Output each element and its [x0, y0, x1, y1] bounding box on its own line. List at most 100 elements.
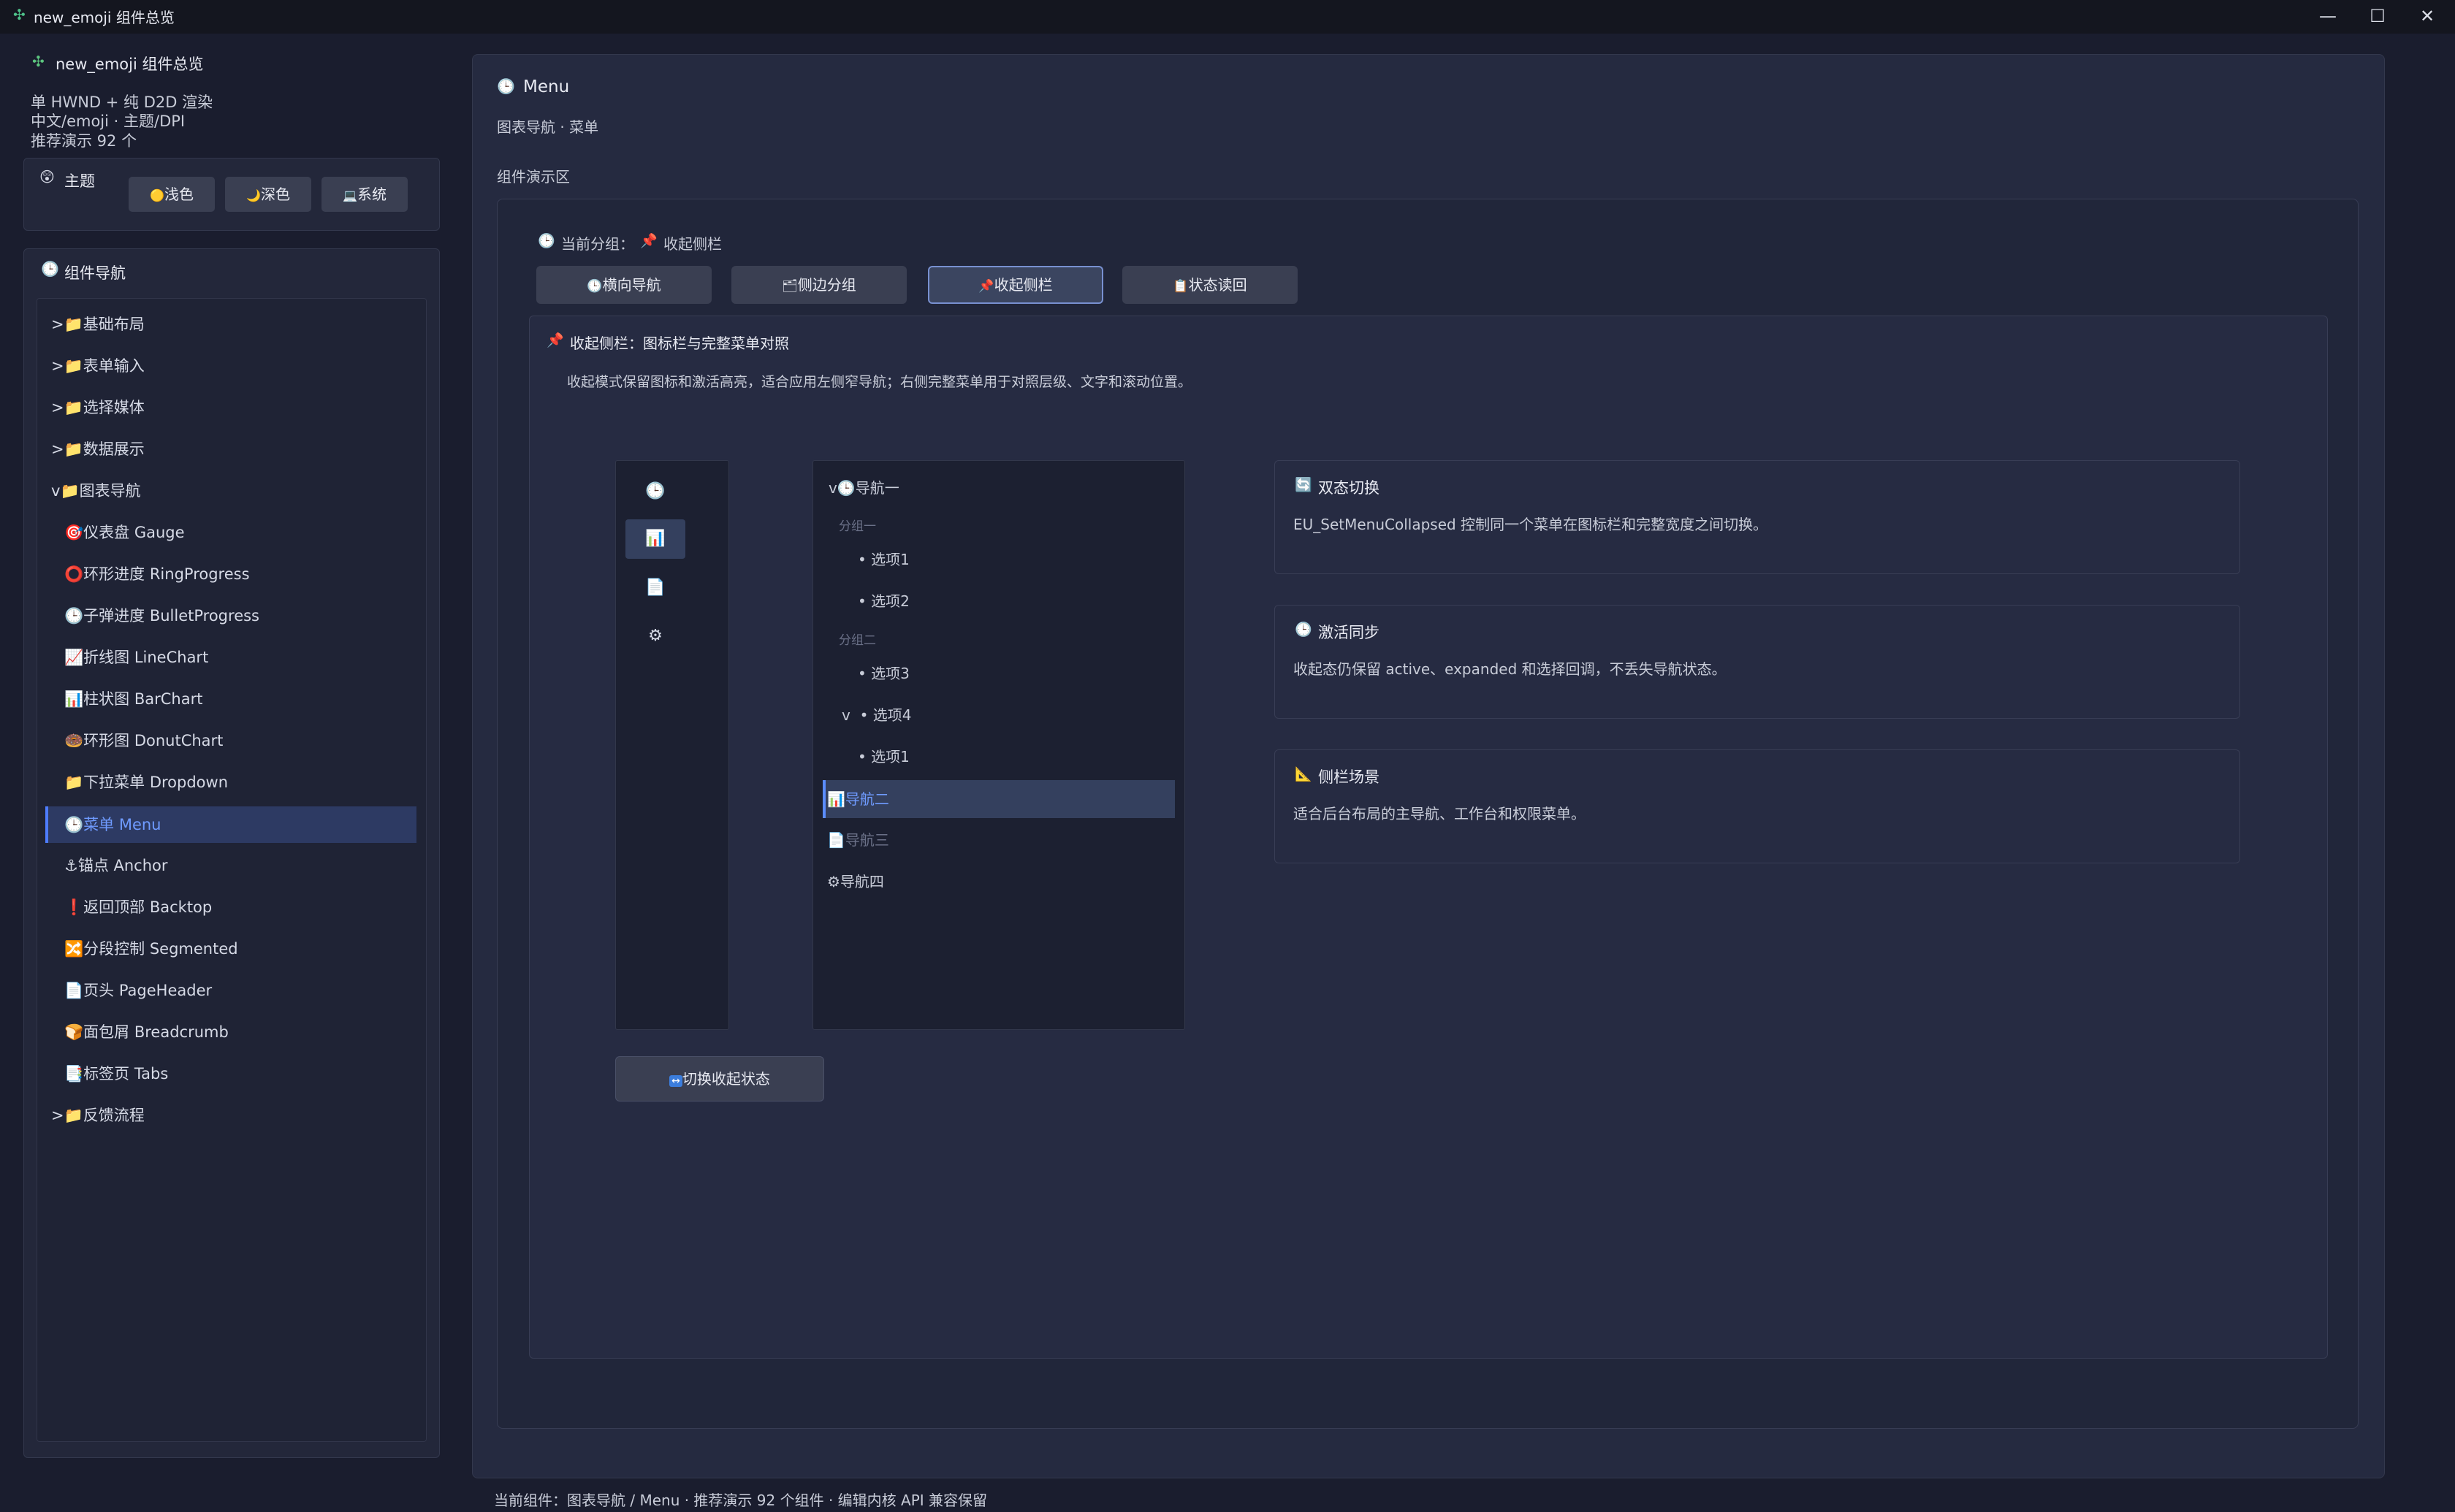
tree-item-breadcrumb[interactable]: 🍞面包屑 Breadcrumb	[45, 1014, 416, 1050]
window-title: new_emoji 组件总览	[34, 9, 175, 26]
folder-icon: 📁	[64, 357, 83, 375]
theme-system-button[interactable]: 💻系统	[321, 177, 408, 212]
menu-item-opt2[interactable]: • 选项2	[858, 582, 910, 620]
tree-item-page-header[interactable]: 📄页头 PageHeader	[45, 972, 416, 1009]
clock-icon: 🕒	[587, 279, 603, 294]
ruler-icon: 📐	[1295, 766, 1312, 782]
tree-item-label: 返回顶部 Backtop	[83, 898, 213, 916]
tab-side-group[interactable]: 🗂侧边分组	[731, 266, 907, 304]
gear-icon[interactable]: ⚙	[625, 616, 685, 656]
card-title: 激活同步	[1318, 624, 1379, 641]
tree-item-chart-nav[interactable]: v📁图表导航	[45, 473, 416, 509]
tab-state-readback[interactable]: 📋状态读回	[1122, 266, 1298, 304]
bullet: •	[858, 592, 867, 610]
breadcrumb-icon: 🍞	[64, 1023, 84, 1041]
tab-horizontal-nav[interactable]: 🕒横向导航	[536, 266, 712, 304]
pin-icon: 📌	[978, 279, 994, 294]
status-bar: 当前组件：图表导航 / Menu · 推荐演示 92 个组件 · 编辑内核 AP…	[494, 1492, 988, 1509]
menu-item-sub-opt1[interactable]: • 选项1	[858, 738, 910, 776]
menu-item-label: 导航二	[845, 790, 889, 808]
tree-item-feedback[interactable]: >📁反馈流程	[45, 1097, 416, 1134]
bar-chart-icon[interactable]: 📊	[625, 519, 685, 559]
tree-expander: >	[51, 1107, 64, 1124]
clock-icon: 🕒	[41, 260, 59, 278]
tree-item-ring-progress[interactable]: ⭕环形进度 RingProgress	[45, 556, 416, 592]
theme-light-button[interactable]: 🟡浅色	[129, 177, 215, 212]
tree-item-tabs[interactable]: 📑标签页 Tabs	[45, 1055, 416, 1092]
tree-item-dropdown[interactable]: 📁下拉菜单 Dropdown	[45, 764, 416, 801]
donut-icon: 🍩	[64, 732, 84, 749]
current-group: 收起侧栏	[663, 235, 722, 253]
tree-item-basic-layout[interactable]: >📁基础布局	[45, 306, 416, 343]
menu-group-label: 分组二	[839, 633, 876, 648]
segmented-icon: 🔀	[64, 940, 84, 958]
tree-expander: >	[51, 440, 64, 458]
close-button[interactable]: ✕	[2402, 0, 2452, 34]
card-description: EU_SetMenuCollapsed 控制同一个菜单在图标栏和完整宽度之间切换…	[1293, 516, 1768, 533]
gauge-icon: 🎯	[64, 524, 84, 541]
tree-item-select-media[interactable]: >📁选择媒体	[45, 389, 416, 426]
tree-item-label: 面包屑 Breadcrumb	[83, 1023, 229, 1041]
gear-icon: ⚙	[827, 873, 840, 890]
tree-item-anchor[interactable]: ⚓锚点 Anchor	[45, 847, 416, 884]
document-icon: 📄	[827, 831, 845, 849]
ring-icon: ⭕	[64, 565, 84, 583]
tree-item-data-display[interactable]: >📁数据展示	[45, 431, 416, 467]
tree-item-label: 反馈流程	[83, 1107, 145, 1124]
card-title: 双态切换	[1318, 479, 1379, 497]
exclamation-icon: ❗	[64, 898, 84, 916]
tree-item-form-input[interactable]: >📁表单输入	[45, 348, 416, 384]
tree-expander: >	[51, 357, 64, 375]
tree-expander: >	[51, 316, 64, 333]
detail-title: 收起侧栏：图标栏与完整菜单对照	[570, 335, 789, 352]
tree-item-segmented[interactable]: 🔀分段控制 Segmented	[45, 931, 416, 967]
pin-icon: 📌	[547, 332, 564, 348]
palette-icon: 😲	[39, 168, 55, 186]
sparkle-icon: ✣	[13, 6, 26, 23]
menu-item-nav2-label: 📊导航二	[827, 780, 889, 818]
tree-item-bullet-progress[interactable]: 🕒子弹进度 BulletProgress	[45, 597, 416, 634]
tree-item-label: 下拉菜单 Dropdown	[83, 774, 229, 791]
tree-item-label: 标签页 Tabs	[83, 1065, 169, 1083]
minimize-button[interactable]: —	[2303, 0, 2353, 34]
tree-expander: v	[51, 482, 61, 500]
menu-item-label: 导航四	[840, 873, 884, 890]
menu-group-label: 分组一	[839, 519, 876, 534]
bullet: •	[858, 551, 867, 568]
menu-item-opt4[interactable]: v • 选项4	[842, 696, 911, 734]
toggle-collapse-button[interactable]: ↔ 切换收起状态	[615, 1056, 824, 1101]
clipboard-icon: 📋	[1173, 279, 1189, 294]
clock-icon: 🕒	[538, 233, 555, 249]
menu-item-opt3[interactable]: • 选项3	[858, 654, 910, 692]
theme-dark-button[interactable]: 🌙深色	[225, 177, 311, 212]
tab-label: 收起侧栏	[994, 276, 1053, 294]
current-group-prefix: 当前分组：	[561, 235, 634, 253]
clock-icon[interactable]: 🕒	[625, 472, 685, 511]
menu-item-label: 选项3	[871, 665, 910, 682]
menu-item-nav1[interactable]: v🕒导航一	[829, 469, 899, 507]
tree-item-backtop[interactable]: ❗返回顶部 Backtop	[45, 889, 416, 925]
document-icon: 📑	[64, 1065, 84, 1083]
tree-item-menu[interactable]: 🕒菜单 Menu	[45, 806, 416, 843]
menu-item-opt1[interactable]: • 选项1	[858, 541, 910, 579]
menu-item-label: 导航三	[845, 831, 889, 849]
menu-item-nav4[interactable]: ⚙导航四	[827, 863, 884, 901]
tree-item-gauge[interactable]: 🎯仪表盘 Gauge	[45, 514, 416, 551]
bullet: •	[858, 665, 867, 682]
clock-icon: 🕒	[64, 816, 84, 833]
page-icon: 📄	[64, 982, 84, 999]
tree-item-bar-chart[interactable]: 📊柱状图 BarChart	[45, 681, 416, 717]
folder-icon: 📁	[64, 774, 84, 791]
clock-icon: 🕒	[64, 607, 84, 625]
menu-item-label: 选项1	[871, 748, 910, 765]
detail-description: 收起模式保留图标和激活高亮，适合应用左侧窄导航；右侧完整菜单用于对照层级、文字和…	[567, 374, 1192, 390]
maximize-button[interactable]: ☐	[2353, 0, 2402, 34]
tree-item-line-chart[interactable]: 📈折线图 LineChart	[45, 639, 416, 676]
tree-item-donut-chart[interactable]: 🍩环形图 DonutChart	[45, 722, 416, 759]
tab-collapse-sidebar[interactable]: 📌收起侧栏	[928, 266, 1103, 304]
clock-icon: 🕒	[497, 77, 515, 95]
brand-title: new_emoji 组件总览	[56, 56, 204, 73]
theme-system-label: 系统	[357, 186, 387, 203]
menu-item-nav3[interactable]: 📄导航三	[827, 821, 889, 859]
document-icon[interactable]: 📄	[625, 568, 685, 608]
